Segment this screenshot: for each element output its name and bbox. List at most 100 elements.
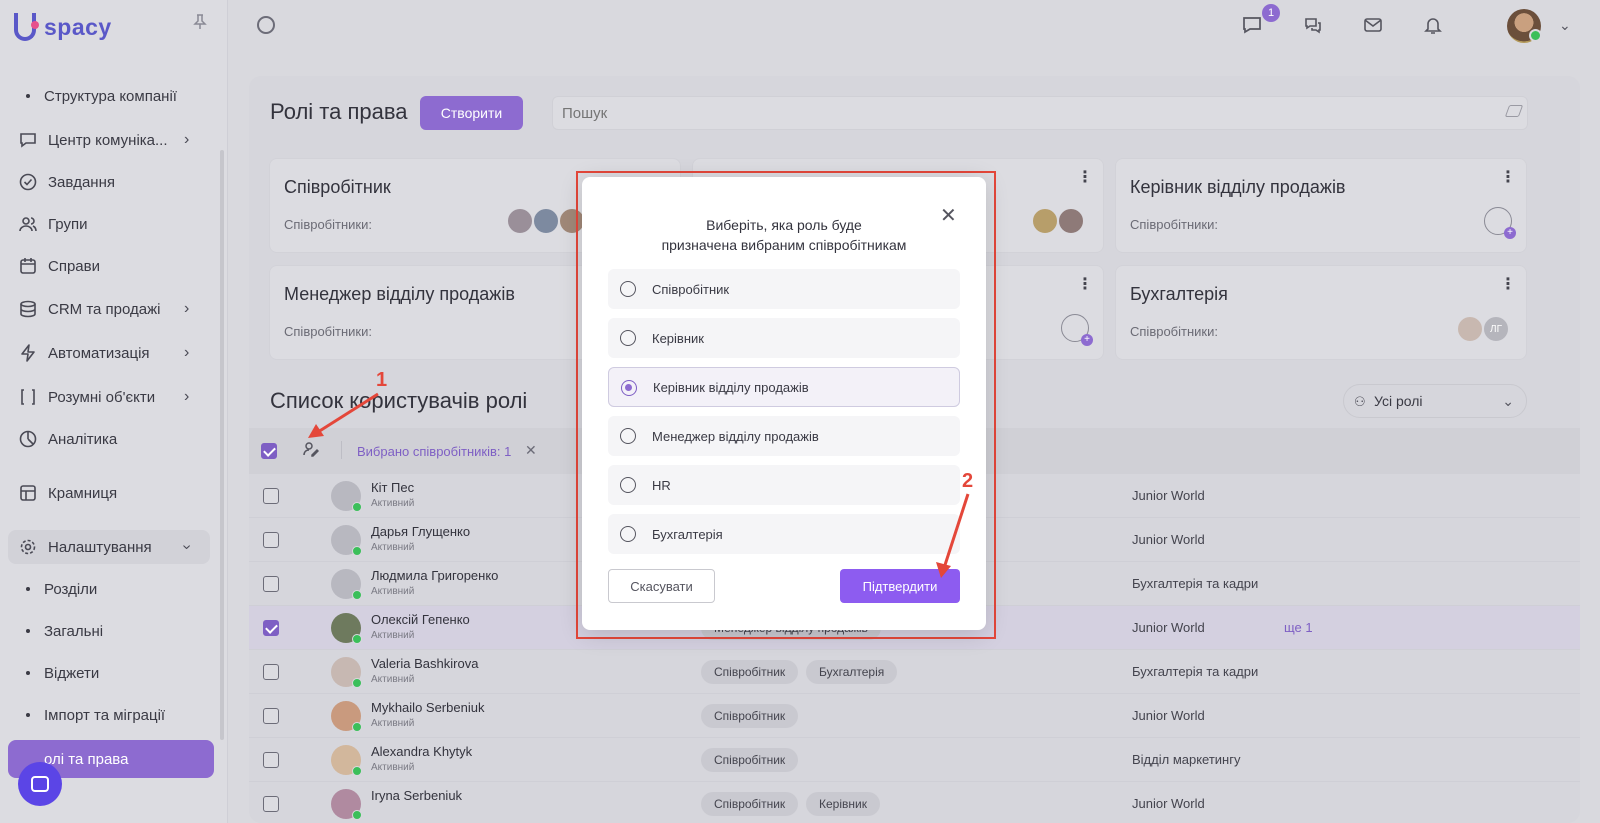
chevron-down-icon: › [178,544,196,550]
radio-button[interactable] [620,330,636,346]
avatar [331,613,362,644]
radio-button[interactable] [620,281,636,297]
row-checkbox[interactable] [263,620,279,636]
roles-filter-select[interactable]: ⚇ Усі ролі ⌄ [1343,384,1527,418]
bell-icon[interactable] [1422,14,1444,36]
sidebar-item-settings[interactable]: Налаштування › [18,532,196,562]
assign-role-modal: Виберіть, яка роль буде призначена вибра… [582,177,986,630]
sidebar-item-label: Розумні об'єкти [48,388,156,406]
more-vertical-icon[interactable]: ⋮ [1500,274,1516,294]
support-chat-button[interactable] [18,762,62,806]
sidebar-item-crm[interactable]: CRM та продажі › [18,294,189,324]
more-vertical-icon[interactable]: ⋮ [1500,167,1516,187]
radio-button[interactable] [620,428,636,444]
user-department: Junior World [1132,488,1205,503]
sidebar-subitem-general[interactable]: Загальні [26,618,103,644]
confirm-button[interactable]: Підтвердити [840,569,960,603]
close-icon[interactable]: ✕ [940,203,957,228]
role-members-label: Співробітники: [1130,217,1218,232]
sidebar-subitem-sections[interactable]: Розділи [26,576,97,602]
row-checkbox[interactable] [263,752,279,768]
user-status: Активний [371,718,415,729]
logo[interactable]: spacy [14,10,112,44]
create-button[interactable]: Створити [420,96,523,130]
table-row[interactable]: Alexandra Khytyk Активний Співробітник В… [249,738,1580,782]
topbar: 1 ⌄ [229,0,1600,52]
role-option[interactable]: Менеджер відділу продажів [608,416,960,456]
sidebar-item-label: олі та права [44,750,129,768]
role-option[interactable]: Бухгалтерія [608,514,960,554]
sidebar-item-automation[interactable]: Автоматизація › [18,338,189,368]
role-option[interactable]: Керівник [608,318,960,358]
row-checkbox[interactable] [263,664,279,680]
user-name[interactable]: Людмила Григоренко [371,568,498,583]
role-option[interactable]: Співробітник [608,269,960,309]
sidebar-item-company-structure[interactable]: Структура компанії [26,83,177,109]
cancel-button[interactable]: Скасувати [608,569,715,603]
sidebar-item-store[interactable]: Крамниця [18,478,117,508]
modal-title: Виберіть, яка роль буде призначена вибра… [582,215,986,255]
user-name[interactable]: Mykhailo Serbeniuk [371,700,484,715]
role-option-selected[interactable]: Керівник відділу продажів [608,367,960,407]
role-tag: Співробітник [701,660,799,684]
sidebar-item-groups[interactable]: Групи [18,209,87,239]
sidebar-item-tasks[interactable]: Завдання [18,167,115,197]
radio-button[interactable] [620,526,636,542]
row-checkbox[interactable] [263,488,279,504]
clear-selection-icon[interactable]: ✕ [525,442,537,459]
messages-icon[interactable] [1302,14,1324,36]
chat-bubble-icon [31,776,49,792]
role-members-label: Співробітники: [284,217,372,232]
user-avatar[interactable] [1507,9,1542,43]
user-status: Активний [371,498,415,509]
radio-button[interactable] [620,477,636,493]
sidebar-subitem-widgets[interactable]: Віджети [26,660,99,686]
add-member-icon[interactable] [1061,314,1093,346]
table-row[interactable]: Valeria Bashkirova Активний Співробітник… [249,650,1580,694]
role-card[interactable]: Керівник відділу продажів Співробітники:… [1115,158,1527,253]
calendar-icon [18,256,38,276]
select-all-checkbox[interactable] [261,443,277,459]
role-card[interactable]: Бухгалтерія Співробітники: ⋮ ЛГ [1115,265,1527,360]
more-link[interactable]: ще 1 [1284,620,1313,635]
search-icon[interactable] [257,16,275,34]
user-name[interactable]: Iryna Serbeniuk [371,788,462,803]
row-checkbox[interactable] [263,576,279,592]
more-vertical-icon[interactable]: ⋮ [1077,167,1093,187]
table-row[interactable]: Mykhailo Serbeniuk Активний Співробітник… [249,694,1580,738]
store-icon [18,483,38,503]
role-name: Менеджер відділу продажів [284,284,515,304]
search-input[interactable] [552,96,1528,130]
more-vertical-icon[interactable]: ⋮ [1077,274,1093,294]
role-tag: Співробітник [701,792,799,816]
add-member-icon[interactable] [1484,207,1516,239]
user-name[interactable]: Кіт Пес [371,480,414,495]
sidebar-item-label: Аналітика [48,430,118,448]
chevron-down-icon[interactable]: ⌄ [1559,17,1571,34]
role-option-label: Керівник відділу продажів [653,379,809,395]
role-name: Співробітник [284,177,391,197]
chat-icon[interactable] [1241,14,1263,36]
radio-button[interactable] [621,380,637,396]
row-checkbox[interactable] [263,796,279,812]
role-option[interactable]: HR [608,465,960,505]
sidebar-item-smart-objects[interactable]: Розумні об'єкти › [18,382,189,412]
sidebar-item-activities[interactable]: Справи [18,251,100,281]
mail-icon[interactable] [1362,14,1384,36]
user-name[interactable]: Дарья Глущенко [371,524,470,539]
assign-role-icon[interactable] [303,441,320,460]
member-avatar [1057,207,1085,235]
user-department: Junior World [1132,796,1205,811]
sidebar-item-analytics[interactable]: Аналітика [18,424,117,454]
row-checkbox[interactable] [263,532,279,548]
sidebar-scrollbar[interactable] [220,150,224,740]
user-name[interactable]: Олексій Гепенко [371,612,470,627]
row-checkbox[interactable] [263,708,279,724]
user-name[interactable]: Alexandra Khytyk [371,744,472,759]
sidebar-item-communications[interactable]: Центр комуніка... › [18,125,189,155]
user-name[interactable]: Valeria Bashkirova [371,656,478,671]
table-row[interactable]: Iryna Serbeniuk Співробітник Керівник Ju… [249,782,1580,823]
pin-icon[interactable] [193,14,207,34]
sidebar-subitem-import[interactable]: Імпорт та міграції [26,702,165,728]
users-list-title: Список користувачів ролі [270,388,528,413]
